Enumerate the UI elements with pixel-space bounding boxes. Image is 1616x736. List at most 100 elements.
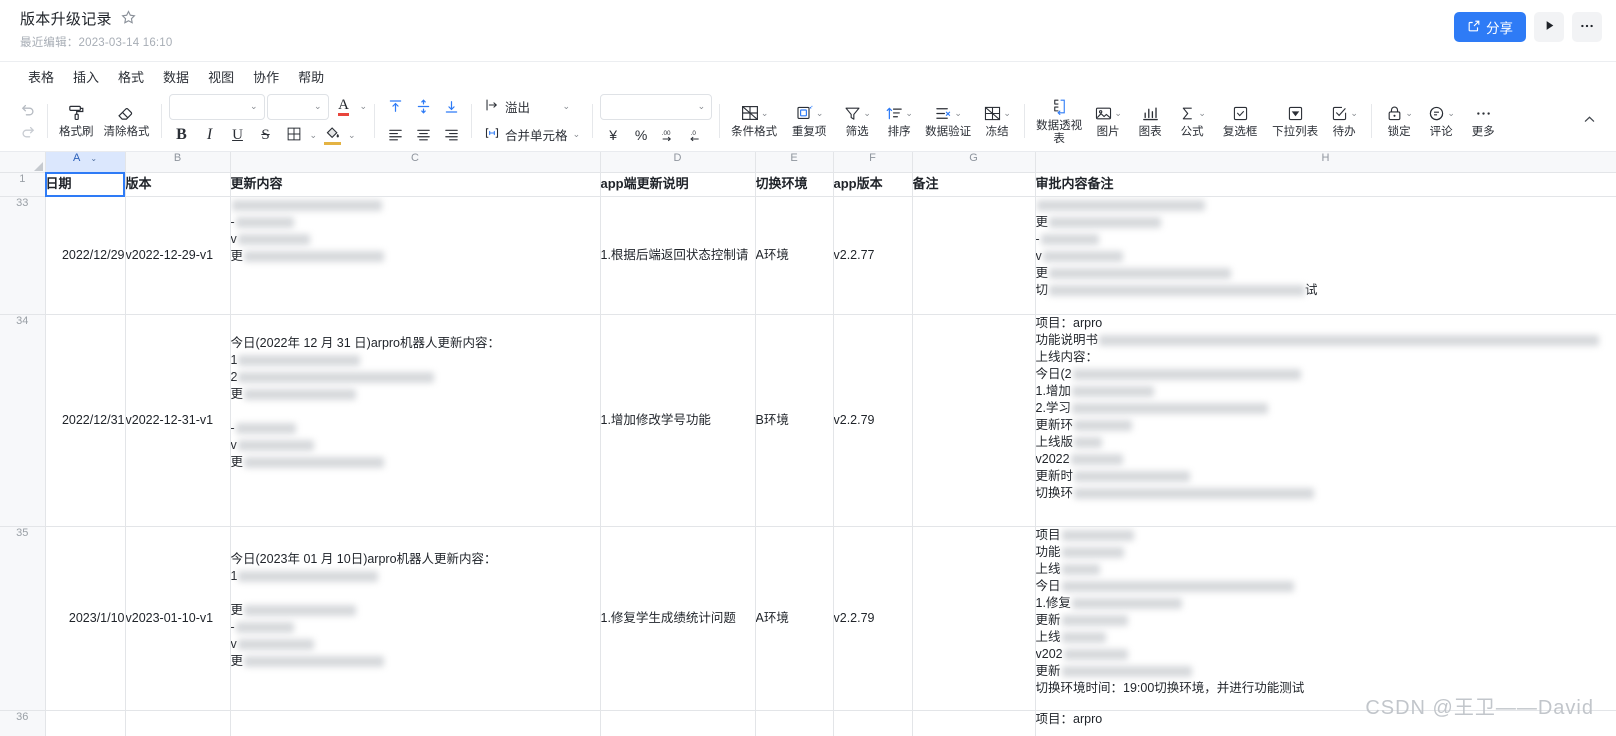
more-options-button[interactable]: [1572, 12, 1602, 42]
align-right-button[interactable]: [438, 122, 464, 147]
currency-format-button[interactable]: ¥: [600, 123, 626, 148]
italic-button[interactable]: I: [197, 123, 223, 148]
cell-date[interactable]: 2023/1/10: [45, 526, 126, 711]
cell-update-content[interactable]: [230, 710, 601, 736]
header-cell-approval[interactable]: 审批内容备注: [1035, 172, 1616, 197]
align-bottom-button[interactable]: [438, 94, 464, 119]
todo-button[interactable]: ⌄ 待办: [1324, 99, 1364, 142]
cell-remark[interactable]: [912, 314, 1036, 527]
row-number[interactable]: 34: [0, 314, 46, 527]
collapse-toolbar-button[interactable]: [1576, 108, 1602, 134]
font-family-select[interactable]: ⌄: [168, 93, 265, 120]
menu-item-help[interactable]: 帮助: [290, 64, 332, 89]
increase-decimal-button[interactable]: .00: [656, 123, 682, 148]
cell-env[interactable]: B环境: [755, 314, 834, 527]
cell-app-note[interactable]: [600, 710, 756, 736]
column-header-g[interactable]: G: [912, 152, 1036, 173]
conditional-format-button[interactable]: ⌄ 条件格式: [727, 99, 781, 142]
insert-chart-button[interactable]: 图表: [1130, 99, 1170, 142]
column-header-c[interactable]: C: [230, 152, 601, 173]
fill-color-button[interactable]: [319, 123, 345, 148]
header-cell-env[interactable]: 切换环境: [755, 172, 834, 197]
cell-date[interactable]: [45, 710, 126, 736]
cell-update-content[interactable]: -v更: [230, 196, 601, 315]
row-number[interactable]: 35: [0, 526, 46, 711]
insert-checkbox-button[interactable]: 复选框: [1214, 99, 1266, 142]
row-number[interactable]: 33: [0, 196, 46, 315]
table-row[interactable]: 33 2022/12/29 v2022-12-29-v1- v 更 1.根据后端返回状态控…: [0, 196, 1616, 315]
dropdown-list-button[interactable]: 下拉列表: [1268, 99, 1322, 142]
comment-button[interactable]: ⌄ 评论: [1421, 99, 1461, 142]
menu-item-collaborate[interactable]: 协作: [245, 64, 287, 89]
sort-button[interactable]: ⌄ 排序: [879, 99, 919, 142]
merge-cells-button[interactable]: 合并单元格 ⌄: [479, 122, 585, 147]
table-row[interactable]: 36 项目：arpro: [0, 710, 1616, 736]
formula-button[interactable]: ⌄ 公式: [1172, 99, 1212, 142]
select-all-corner[interactable]: [0, 152, 46, 173]
cell-date[interactable]: 2022/12/29: [45, 196, 126, 315]
lock-button[interactable]: ⌄ 锁定: [1379, 99, 1419, 142]
menu-item-data[interactable]: 数据: [155, 64, 197, 89]
cell-approval-note[interactable]: 项目 功能 上线 今日 1.修复 更新 上线 v202 更新 切换环境时间：19:00切换环境，并…: [1035, 526, 1616, 711]
cell-app-note[interactable]: 1.根据后端返回状态控制请: [600, 196, 756, 315]
cell-remark[interactable]: [912, 526, 1036, 711]
column-header-f[interactable]: F: [833, 152, 913, 173]
row-number[interactable]: 36: [0, 710, 46, 736]
text-overflow-button[interactable]: 溢出 ⌄: [479, 94, 575, 119]
cell-version[interactable]: v2022-12-31-v1: [125, 314, 231, 527]
menu-item-format[interactable]: 格式: [110, 64, 152, 89]
column-header-e[interactable]: E: [755, 152, 834, 173]
star-outline-icon[interactable]: [121, 10, 136, 27]
header-cell-date[interactable]: 日期: [45, 172, 126, 197]
share-button[interactable]: 分享: [1454, 12, 1526, 42]
align-left-button[interactable]: [382, 122, 408, 147]
column-header-d[interactable]: D: [600, 152, 756, 173]
cell-app-version[interactable]: v2.2.79: [833, 314, 913, 527]
cell-approval-note[interactable]: 更-v更切试: [1035, 196, 1616, 315]
header-cell-app-version[interactable]: app版本: [833, 172, 913, 197]
header-cell-app-note[interactable]: app端更新说明: [600, 172, 756, 197]
borders-chevron-down-icon[interactable]: ⌄: [310, 130, 318, 141]
align-center-button[interactable]: [410, 122, 436, 147]
format-painter-button[interactable]: 格式刷: [55, 99, 98, 142]
cell-version[interactable]: v2023-01-10-v1: [125, 526, 231, 711]
bold-button[interactable]: B: [169, 123, 195, 148]
borders-button[interactable]: [281, 123, 307, 148]
cell-app-note[interactable]: 1.修复学生成绩统计问题: [600, 526, 756, 711]
strikethrough-button[interactable]: S: [253, 123, 279, 148]
font-color-chevron-down-icon[interactable]: ⌄: [360, 101, 368, 112]
table-row[interactable]: 1 日期 版本 更新内容 app端更新说明 切换环境 app版本 备注 审批内容…: [0, 172, 1616, 197]
header-cell-update-content[interactable]: 更新内容: [230, 172, 601, 197]
number-format-select[interactable]: ⌄: [600, 93, 713, 120]
cell-update-content[interactable]: 今日(2023年 01 月 10日)arpro机器人更新内容： 1 更 - v 更: [230, 526, 601, 711]
header-cell-remark[interactable]: 备注: [912, 172, 1036, 197]
fill-color-chevron-down-icon[interactable]: ⌄: [348, 130, 356, 141]
table-row[interactable]: 34 2022/12/31 v2022-12-31-v1 今日(2022年 12 月 …: [0, 314, 1616, 527]
cell-env[interactable]: A环境: [755, 196, 834, 315]
presentation-play-button[interactable]: [1534, 12, 1564, 42]
cell-app-note[interactable]: 1.增加修改学号功能: [600, 314, 756, 527]
data-validation-button[interactable]: ⌄ 数据验证: [921, 99, 975, 142]
cell-remark[interactable]: [912, 710, 1036, 736]
column-header-b[interactable]: B: [125, 152, 231, 173]
column-header-h[interactable]: H: [1035, 152, 1616, 173]
menu-item-view[interactable]: 视图: [200, 64, 242, 89]
table-row[interactable]: 35 2023/1/10 v2023-01-10-v1 今日(2023年 01 月 1…: [0, 526, 1616, 711]
more-tools-button[interactable]: 更多: [1463, 99, 1503, 142]
align-top-button[interactable]: [382, 94, 408, 119]
cell-version[interactable]: [125, 710, 231, 736]
cell-approval-note[interactable]: 项目：arpro 功能说明书 上线内容： 今日(2 1.增加 2.学习 更新环 上线版 v202…: [1035, 314, 1616, 527]
font-size-select[interactable]: ⌄: [266, 93, 329, 120]
menu-item-sheet[interactable]: 表格: [20, 64, 62, 89]
cell-remark[interactable]: [912, 196, 1036, 315]
redo-button[interactable]: [16, 122, 40, 142]
font-color-button[interactable]: A: [331, 94, 357, 119]
cell-approval-note[interactable]: 项目：arpro: [1035, 710, 1616, 736]
column-header-a[interactable]: A ⌄: [45, 152, 126, 173]
underline-button[interactable]: U: [225, 123, 251, 148]
align-middle-button[interactable]: [410, 94, 436, 119]
cell-update-content[interactable]: 今日(2022年 12 月 31 日)arpro机器人更新内容： 1 2 更 - v 更: [230, 314, 601, 527]
freeze-panes-button[interactable]: ⌄ 冻结: [977, 99, 1017, 142]
pivot-table-button[interactable]: 数据透视表: [1032, 93, 1086, 149]
undo-button[interactable]: [16, 100, 40, 120]
